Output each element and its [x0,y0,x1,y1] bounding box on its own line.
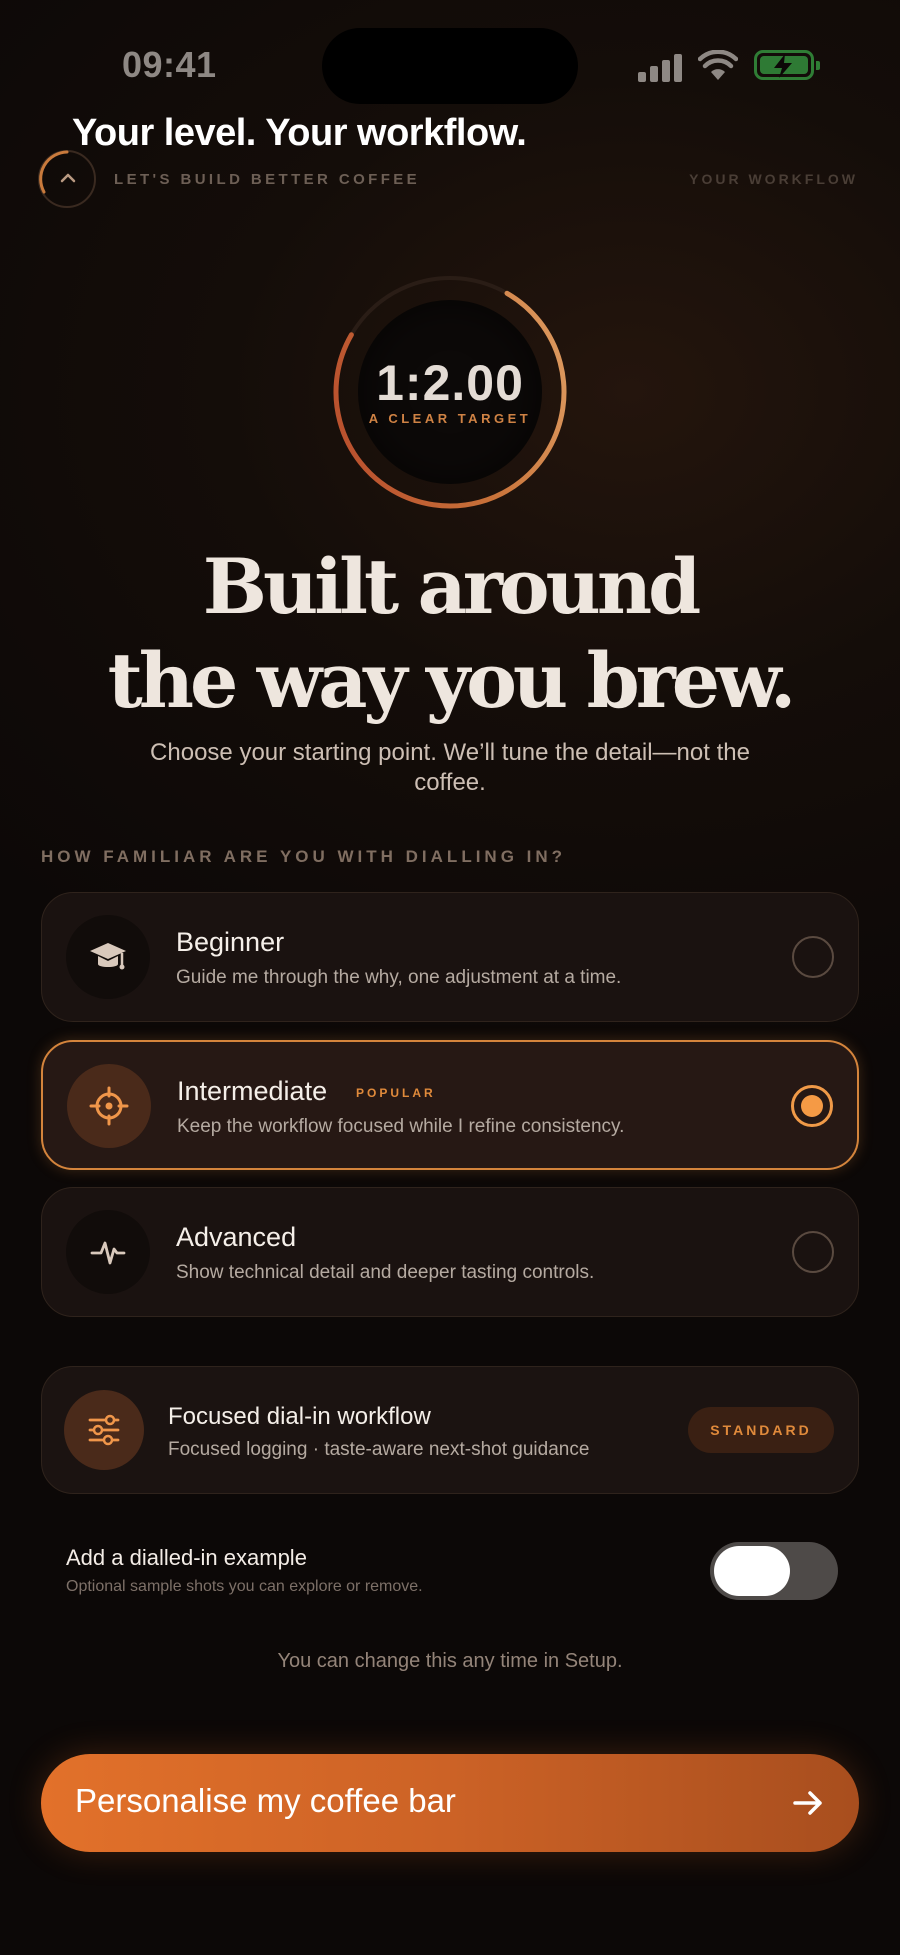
option-title: Intermediate [177,1076,328,1106]
step-label: YOUR WORKFLOW [689,171,858,187]
personalise-button[interactable]: Personalise my coffee bar [41,1754,859,1852]
footnote: You can change this any time in Setup. [277,1650,623,1672]
workflow-card: Focused dial-in workflow Focused logging… [41,1366,859,1494]
header-title: Your level. Your workflow. [72,112,527,154]
status-time: 09:41 [122,44,217,85]
pulse-icon [66,1210,150,1294]
dynamic-island [322,28,578,104]
toggle-knob [714,1546,790,1596]
hero-subtitle: Choose your starting point. We’ll tune t… [150,739,750,796]
popular-badge: POPULAR [356,1086,436,1100]
option-description: Guide me through the why, one adjustment… [176,967,622,988]
level-option-intermediate[interactable]: Intermediate POPULAR Keep the workflow f… [41,1040,859,1170]
wifi-icon [697,49,739,82]
workflow-title: Focused dial-in workflow [168,1403,431,1430]
level-option-beginner[interactable]: Beginner Guide me through the why, one a… [41,892,859,1022]
option-title: Advanced [176,1222,297,1252]
option-radio-selected[interactable] [791,1085,833,1127]
ratio-caption: A CLEAR TARGET [368,411,532,426]
option-description: Keep the workflow focused while I refine… [177,1116,625,1137]
back-button[interactable] [38,150,96,208]
option-title: Beginner [176,927,285,957]
level-question: HOW FAMILIAR ARE YOU WITH DIALLING IN? [41,847,567,866]
chevron-up-icon [60,168,76,189]
arrow-right-icon [791,1786,825,1825]
example-toggle-description: Optional sample shots you can explore or… [66,1578,423,1595]
battery-charging-icon [754,50,820,80]
cta-label: Personalise my coffee bar [75,1782,456,1819]
example-toggle-title: Add a dialled-in example [66,1545,307,1570]
level-option-advanced[interactable]: Advanced Show technical detail and deepe… [41,1187,859,1317]
workflow-badge: STANDARD [688,1407,834,1453]
option-radio[interactable] [792,936,834,978]
hero-title-line1: Built around [202,542,701,631]
ratio-value: 1:2.00 [376,355,524,411]
hero-title-line2: the way you brew. [107,636,797,725]
option-description: Show technical detail and deeper tasting… [176,1262,595,1283]
graduation-cap-icon [66,915,150,999]
ratio-ring: 1:2.00 A CLEAR TARGET [330,272,570,512]
example-toggle-switch[interactable] [710,1542,838,1600]
option-radio[interactable] [792,1231,834,1273]
sliders-icon [64,1390,144,1470]
workflow-description: Focused logging · taste-aware next-shot … [168,1439,590,1460]
crosshair-icon [67,1064,151,1148]
header-kicker: LET'S BUILD BETTER COFFEE [114,171,421,188]
cellular-signal-icon [638,52,684,82]
